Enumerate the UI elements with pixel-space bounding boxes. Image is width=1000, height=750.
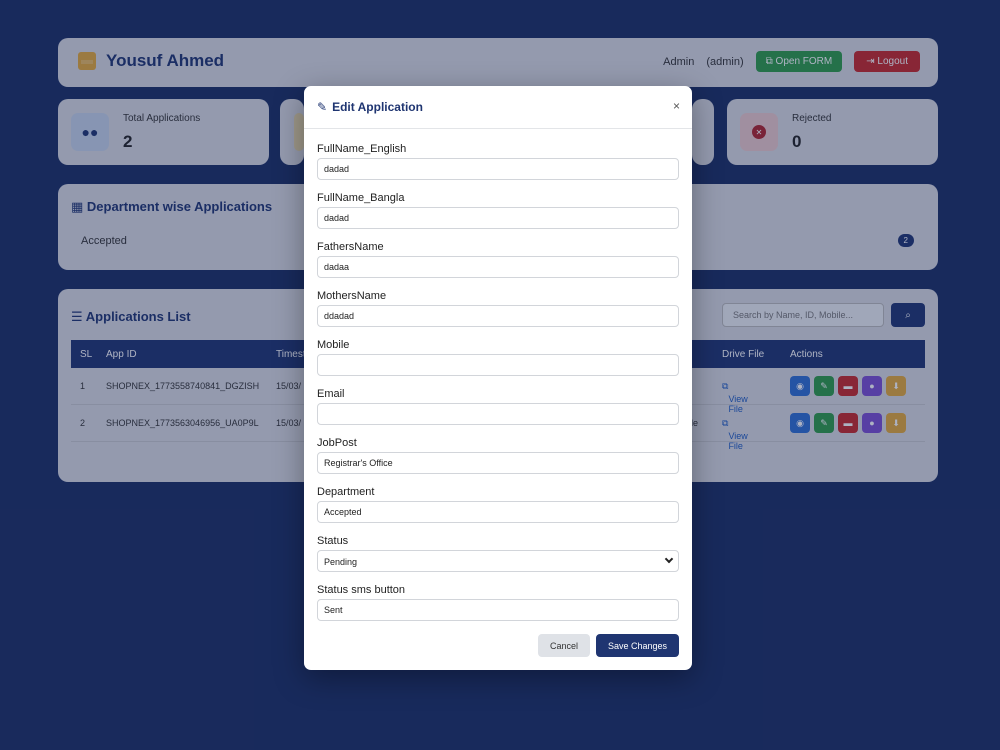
label-department: Department (317, 486, 375, 498)
status-select[interactable]: Pending (317, 550, 679, 572)
department-input[interactable] (317, 501, 679, 523)
close-icon[interactable]: × (673, 99, 680, 113)
mothers-name-input[interactable] (317, 305, 679, 327)
modal-title-text: Edit Application (332, 100, 423, 114)
job-post-input[interactable] (317, 452, 679, 474)
label-status-sms: Status sms button (317, 584, 406, 596)
mobile-input[interactable] (317, 354, 679, 376)
label-job-post: JobPost (317, 437, 357, 449)
email-input[interactable] (317, 403, 679, 425)
label-fathers-name: FathersName (317, 241, 384, 253)
label-fullname-bangla: FullName_Bangla (317, 192, 405, 204)
modal-title: ✎ Edit Application (317, 100, 423, 114)
fullname-bangla-input[interactable] (317, 207, 679, 229)
save-changes-button[interactable]: Save Changes (596, 634, 679, 657)
status-selected-value: Pending (324, 557, 358, 567)
label-mobile: Mobile (317, 339, 350, 351)
edit-application-modal: ✎ Edit Application × FullName_English Fu… (304, 86, 692, 670)
modal-header: ✎ Edit Application × (304, 86, 692, 129)
label-status: Status (317, 535, 349, 547)
edit-icon: ✎ (317, 100, 328, 114)
label-mothers-name: MothersName (317, 290, 387, 302)
chevron-down-icon (664, 554, 674, 564)
fullname-english-input[interactable] (317, 158, 679, 180)
label-fullname-english: FullName_English (317, 143, 407, 155)
label-email: Email (317, 388, 345, 400)
fathers-name-input[interactable] (317, 256, 679, 278)
status-sms-input[interactable] (317, 599, 679, 621)
cancel-button[interactable]: Cancel (538, 634, 590, 657)
